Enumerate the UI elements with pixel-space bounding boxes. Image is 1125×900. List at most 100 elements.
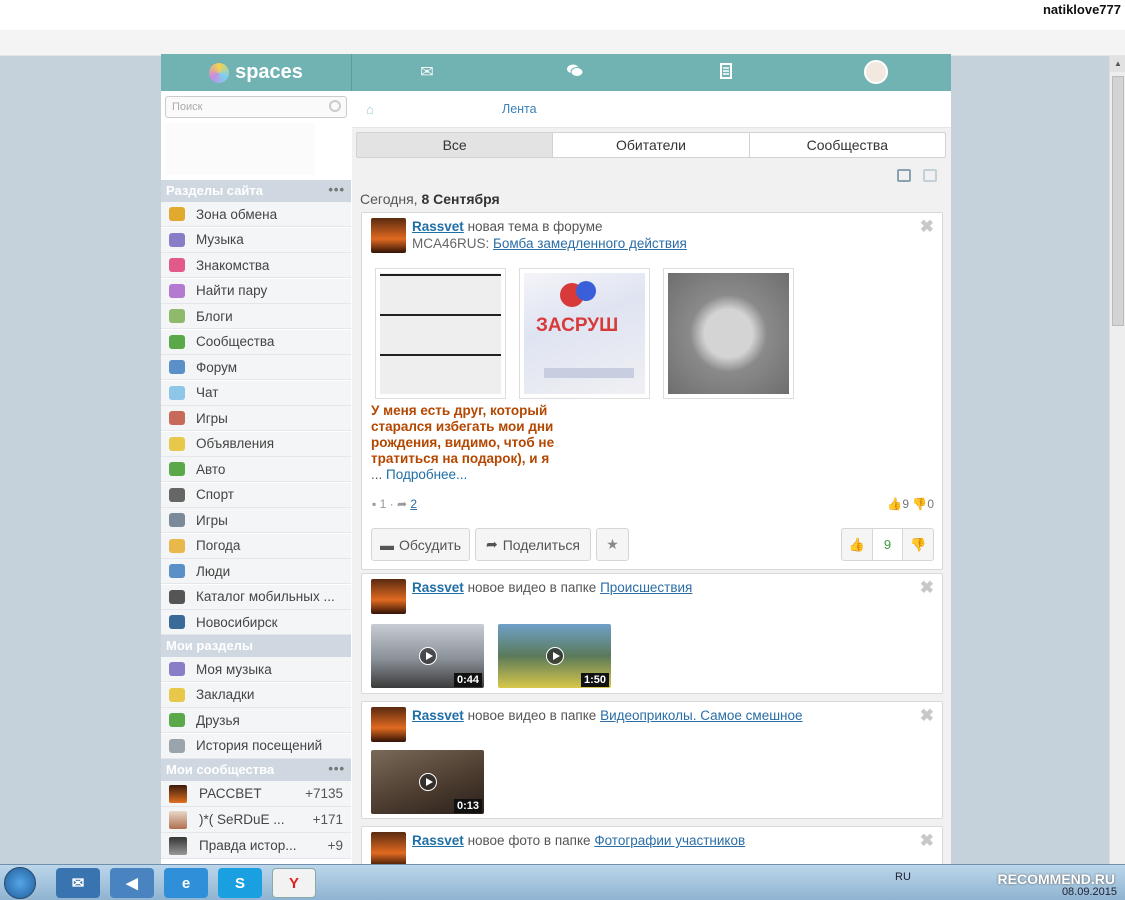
- sidebar-item-pen[interactable]: Блоги: [161, 304, 351, 329]
- author-link[interactable]: Rassvet: [412, 833, 464, 848]
- sidebar-item-weather[interactable]: Погода: [161, 533, 351, 559]
- topic-link[interactable]: Бомба замедленного действия: [493, 236, 687, 251]
- vote-widget: 👍 9 👎: [841, 528, 934, 561]
- folder-link[interactable]: Фотографии участников: [594, 833, 745, 848]
- sidebar-item-grid[interactable]: Зона обмена: [161, 202, 351, 227]
- chat-icon[interactable]: [565, 63, 585, 83]
- author-avatar[interactable]: [371, 832, 406, 867]
- person-icon: [169, 564, 185, 578]
- view-compact-icon[interactable]: [923, 169, 937, 182]
- journal-icon[interactable]: [716, 63, 736, 83]
- close-icon[interactable]: ✖: [920, 831, 934, 851]
- my-item-star[interactable]: Закладки: [161, 682, 351, 708]
- community-avatar: [169, 810, 187, 829]
- share-button[interactable]: ➦ Поделиться: [475, 528, 591, 561]
- tab-communities[interactable]: Сообщества: [750, 133, 945, 157]
- post-image[interactable]: ЗАСРУШ: [519, 268, 650, 399]
- sidebar-item-heart[interactable]: Знакомства: [161, 253, 351, 278]
- sidebar-item-community[interactable]: Сообщества: [161, 329, 351, 355]
- media-player-icon[interactable]: ◀: [110, 868, 154, 898]
- close-icon[interactable]: ✖: [920, 217, 934, 237]
- sidebar: Поиск Разделы сайта ••• Мои разделы Мои …: [161, 91, 351, 864]
- more-icon[interactable]: •••: [328, 761, 345, 776]
- scroll-thumb[interactable]: [1112, 76, 1124, 326]
- tab-residents[interactable]: Обитатели: [553, 133, 750, 157]
- vertical-scrollbar[interactable]: ▲: [1109, 56, 1125, 864]
- breadcrumb-current[interactable]: Лента: [502, 102, 537, 116]
- search-icon[interactable]: [329, 100, 341, 112]
- browser-top-bar: natiklove777: [0, 0, 1125, 56]
- play-icon[interactable]: [545, 647, 564, 665]
- close-icon[interactable]: ✖: [920, 706, 934, 726]
- video-thumbnail[interactable]: 0:13: [371, 750, 484, 814]
- folder-link[interactable]: Происшествия: [600, 580, 692, 595]
- bookmark-button[interactable]: ★: [596, 528, 629, 561]
- video-thumbnail[interactable]: 1:50: [498, 624, 611, 688]
- feed-tabs: Все Обитатели Сообщества: [356, 132, 946, 158]
- dislike-button[interactable]: 👎: [903, 529, 933, 560]
- sidebar-item-label: Объявления: [196, 436, 275, 451]
- sidebar-item-gamepad[interactable]: Игры: [161, 508, 351, 533]
- start-button[interactable]: [4, 867, 36, 899]
- sidebar-item-board[interactable]: Объявления: [161, 431, 351, 457]
- internet-explorer-icon[interactable]: e: [164, 868, 208, 898]
- post-image[interactable]: [375, 268, 506, 399]
- thumb-down-icon: 👎: [912, 497, 928, 511]
- community-item[interactable]: Правда истор... +9: [161, 833, 351, 859]
- browser-toolbar: [0, 30, 1125, 56]
- logo-icon: [209, 62, 230, 83]
- gamepad-icon: [169, 513, 185, 527]
- home-icon[interactable]: ⌂: [366, 102, 380, 117]
- sidebar-item-swords[interactable]: Игры: [161, 406, 351, 431]
- discuss-button[interactable]: ▬ Обсудить: [371, 528, 470, 561]
- sidebar-item-music[interactable]: Музыка: [161, 227, 351, 253]
- profile-area: [165, 123, 315, 175]
- shares-link[interactable]: 2: [410, 497, 417, 511]
- close-icon[interactable]: ✖: [920, 578, 934, 598]
- folder-link[interactable]: Видеоприколы. Самое смешное: [600, 708, 802, 723]
- sidebar-item-city[interactable]: Новосибирск: [161, 610, 351, 635]
- author-link[interactable]: Rassvet: [412, 708, 464, 723]
- my-item-friends[interactable]: Друзья: [161, 708, 351, 733]
- like-button[interactable]: 👍: [842, 529, 873, 560]
- site-logo[interactable]: spaces: [161, 54, 351, 91]
- sidebar-item-chat-bubble[interactable]: Чат: [161, 380, 351, 406]
- author-avatar[interactable]: [371, 218, 406, 253]
- sidebar-item-broken-heart[interactable]: Найти пару: [161, 278, 351, 304]
- my-item-music[interactable]: Моя музыка: [161, 657, 351, 682]
- sidebar-item-label: История посещений: [196, 738, 323, 753]
- feed-post: ✖ Rassvet новая тема в форуме MCA46RUS: …: [361, 212, 943, 570]
- yandex-browser-icon[interactable]: Y: [272, 868, 316, 898]
- author-avatar[interactable]: [371, 579, 406, 614]
- author-link[interactable]: Rassvet: [412, 219, 464, 234]
- main-content: ⌂ Лента Все Обитатели Сообщества Сегодня…: [352, 91, 951, 867]
- mail-app-icon[interactable]: ✉: [56, 868, 100, 898]
- sidebar-item-forum[interactable]: Форум: [161, 355, 351, 380]
- author-avatar[interactable]: [371, 707, 406, 742]
- user-avatar[interactable]: [864, 60, 888, 84]
- view-list-icon[interactable]: [897, 169, 911, 182]
- community-item[interactable]: )*( SeRDuE ... +171: [161, 807, 351, 833]
- tab-all[interactable]: Все: [357, 133, 554, 157]
- my-item-footprints[interactable]: История посещений: [161, 733, 351, 759]
- skype-icon[interactable]: S: [218, 868, 262, 898]
- play-icon[interactable]: [418, 773, 437, 791]
- site-header: spaces ✉: [161, 54, 951, 91]
- more-icon[interactable]: •••: [328, 182, 345, 197]
- clock[interactable]: 08.09.2015: [1062, 885, 1117, 899]
- sidebar-item-car[interactable]: Авто: [161, 457, 351, 482]
- video-thumbnail[interactable]: 0:44: [371, 624, 484, 688]
- author-link[interactable]: Rassvet: [412, 580, 464, 595]
- post-image[interactable]: [663, 268, 794, 399]
- scroll-up-icon[interactable]: ▲: [1110, 56, 1125, 72]
- sidebar-item-ball[interactable]: Спорт: [161, 482, 351, 508]
- read-more-link[interactable]: Подробнее...: [386, 467, 467, 482]
- section-header-site: Разделы сайта •••: [161, 180, 351, 202]
- play-icon[interactable]: [418, 647, 437, 665]
- community-item[interactable]: РАССВЕТ +7135: [161, 781, 351, 807]
- sidebar-item-phone[interactable]: Каталог мобильных ...: [161, 584, 351, 610]
- sidebar-item-person[interactable]: Люди: [161, 559, 351, 584]
- search-input[interactable]: Поиск: [165, 96, 347, 118]
- language-indicator[interactable]: RU: [895, 871, 911, 883]
- mail-icon[interactable]: ✉: [417, 63, 437, 83]
